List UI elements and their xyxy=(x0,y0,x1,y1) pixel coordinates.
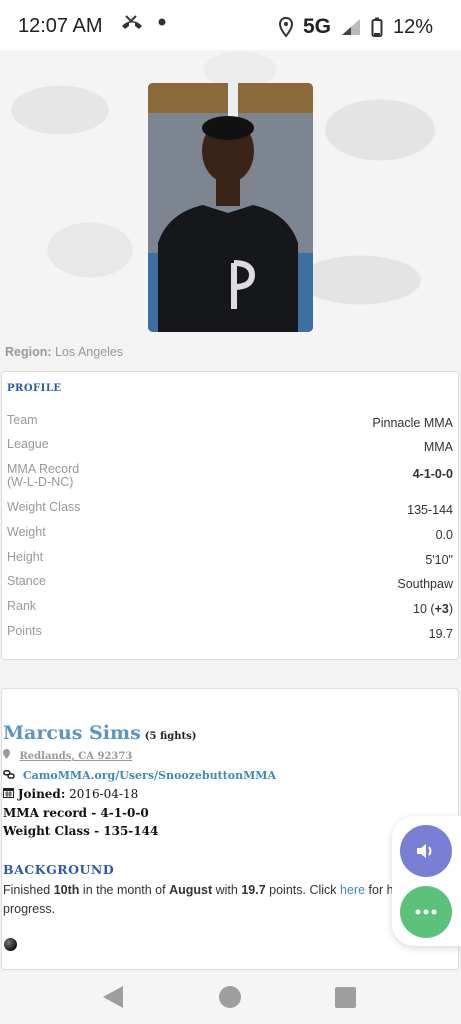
rank-value: 10 xyxy=(413,602,427,616)
row-label: MMA Record xyxy=(7,462,80,476)
location[interactable]: Redlands, CA 92373 xyxy=(3,749,132,762)
sound-button[interactable] xyxy=(400,825,452,877)
home-icon[interactable] xyxy=(219,986,241,1008)
row-value: 4-1-0-0 xyxy=(412,467,453,481)
weight-class-line: Weight Class - 135-144 xyxy=(3,824,159,838)
joined-value: 2016-04-18 xyxy=(69,787,139,801)
system-nav-bar xyxy=(0,972,461,1024)
progress-link[interactable]: here xyxy=(340,883,365,897)
more-options-button[interactable] xyxy=(400,886,452,938)
battery-icon xyxy=(371,17,383,37)
bio-card: Marcus Sims (5 fights) Redlands, CA 92373… xyxy=(1,688,459,970)
profile-header xyxy=(0,50,461,340)
record-line: MMA record - 4-1-0-0 xyxy=(3,806,149,820)
profile-card: PROFILE Team Pinnacle MMA League MMA MMA… xyxy=(1,371,459,660)
row-value: 135-144 xyxy=(407,503,453,517)
row-value: Pinnacle MMA xyxy=(372,416,453,430)
bg-rank: 10th xyxy=(53,883,80,897)
row-label: Points xyxy=(7,624,42,638)
region-value: Los Angeles xyxy=(55,345,124,359)
bg-text-3: with xyxy=(212,883,242,897)
row-label: Rank xyxy=(7,599,37,613)
athlete-name: Marcus Sims (5 fights) xyxy=(3,722,196,744)
status-bar: 12:07 AM 5G 12% xyxy=(0,0,461,50)
profile-url[interactable]: CamoMMA.org/Users/SnoozebuttonMMA xyxy=(3,769,276,782)
status-notifications xyxy=(120,14,166,30)
eight-ball-icon xyxy=(4,938,17,951)
ellipsis-icon xyxy=(415,909,437,915)
bg-month: August xyxy=(169,883,213,897)
row-label: Height xyxy=(7,550,44,564)
location-text: Redlands, CA 92373 xyxy=(19,751,133,762)
row-label: Stance xyxy=(7,574,46,588)
back-icon[interactable] xyxy=(103,986,123,1008)
row-value: MMA xyxy=(423,440,453,454)
row-label: Weight Class xyxy=(7,500,81,514)
calendar-icon xyxy=(3,788,14,798)
background-title: BACKGROUND xyxy=(3,862,115,877)
bg-text-2: in the month of xyxy=(79,883,170,897)
profile-title: PROFILE xyxy=(7,383,62,394)
signal-icon xyxy=(341,19,360,35)
status-time: 12:07 AM xyxy=(18,15,103,37)
network-type: 5G xyxy=(302,15,331,38)
joined-label: Joined: xyxy=(17,787,66,801)
row-value: 5'10" xyxy=(425,553,453,567)
bg-text-1: Finished xyxy=(3,883,54,897)
athlete-name-text: Marcus Sims xyxy=(3,722,141,744)
fight-count: (5 fights) xyxy=(144,731,197,742)
background-text: Finished 10th in the month of August wit… xyxy=(3,881,423,919)
row-label: League xyxy=(7,437,49,451)
link-icon xyxy=(3,770,15,779)
row-value: 10 (+3) xyxy=(413,602,453,616)
row-label: Weight xyxy=(7,525,46,539)
row-value: 19.7 xyxy=(428,627,453,641)
row-sublabel: (W-L-D-NC) xyxy=(7,475,74,489)
missed-call-icon xyxy=(122,15,142,29)
location-icon xyxy=(278,17,293,37)
map-pin-icon xyxy=(3,749,10,759)
athlete-photo xyxy=(148,83,313,332)
region-label: Region: xyxy=(5,345,52,359)
status-system: 5G 12% xyxy=(278,15,433,39)
dot-icon xyxy=(158,18,166,26)
joined: Joined: 2016-04-18 xyxy=(3,787,138,801)
row-value: 0.0 xyxy=(435,528,453,542)
bg-text-4: points. Click xyxy=(265,883,341,897)
bg-points: 19.7 xyxy=(241,883,266,897)
speaker-icon xyxy=(417,844,432,858)
profile-url-text: CamoMMA.org/Users/SnoozebuttonMMA xyxy=(22,769,276,782)
row-label: Team xyxy=(7,413,38,427)
battery-level: 12% xyxy=(392,15,433,38)
region: Region: Los Angeles xyxy=(5,345,123,359)
rank-change: +3 xyxy=(434,602,449,616)
row-value: Southpaw xyxy=(397,577,453,591)
recent-apps-icon[interactable] xyxy=(335,987,356,1008)
